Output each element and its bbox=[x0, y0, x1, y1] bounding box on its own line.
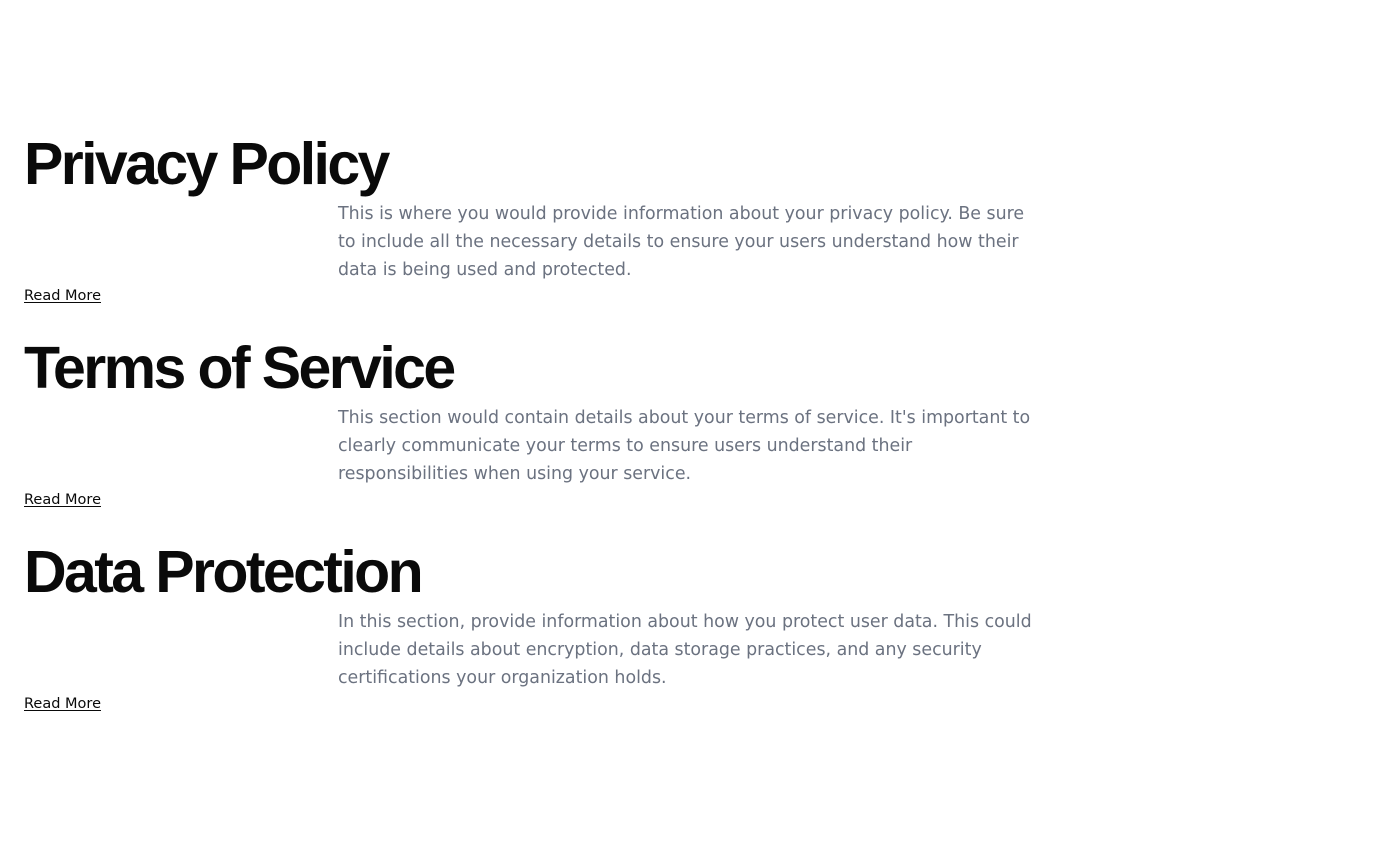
read-more-link[interactable]: Read More bbox=[24, 694, 101, 714]
read-more-link[interactable]: Read More bbox=[24, 286, 101, 306]
section-title: Data Protection bbox=[24, 539, 424, 605]
section-title: Terms of Service bbox=[24, 335, 456, 401]
privacy-policy-section: Privacy Policy This is where you would p… bbox=[24, 124, 1352, 328]
terms-of-service-section: Terms of Service This section would cont… bbox=[24, 328, 1352, 532]
section-description: This is where you would provide informat… bbox=[338, 204, 1025, 280]
data-protection-section: Data Protection In this section, provide… bbox=[24, 532, 1352, 736]
section-description: This section would contain details about… bbox=[338, 408, 1031, 484]
read-more-link[interactable]: Read More bbox=[24, 490, 101, 510]
section-title: Privacy Policy bbox=[24, 131, 390, 197]
section-description: In this section, provide information abo… bbox=[338, 612, 1032, 688]
legal-page: Privacy Policy This is where you would p… bbox=[0, 0, 1376, 844]
